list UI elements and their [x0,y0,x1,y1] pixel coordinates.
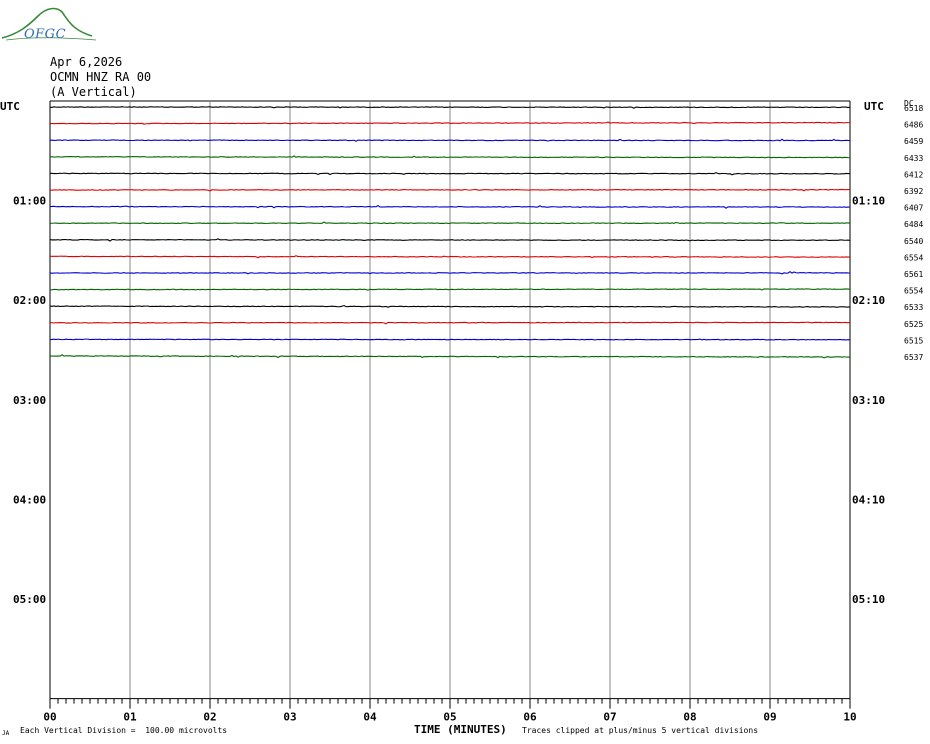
seismic-trace [49,288,851,291]
hour-label-left: 02:00 [13,294,46,307]
x-tick-label: 04 [363,711,377,724]
dc-offset-label: 6459 [904,137,923,146]
hour-label-right: 05:10 [852,593,885,606]
dc-offset-label: 6525 [904,320,923,329]
helicorder-plot: 00 01 02 03 04 05 06 07 08 09 10 01:00 02:00 03:00 04… [0,99,923,724]
x-tick-label: 02 [203,711,216,724]
dc-header: DC [904,99,914,108]
utc-label-right: UTC [864,100,884,113]
hour-label-right: 04:10 [852,493,885,506]
dc-offset-label: 6407 [904,204,923,213]
vertical-division-note: Each Vertical Division = 100.00 microvol… [20,726,228,735]
hour-label-right: 03:10 [852,394,885,407]
x-tick-label: 00 [43,711,56,724]
time-axis: 00 01 02 03 04 05 06 07 08 09 10 [43,698,857,724]
utc-label-left: UTC [0,100,20,113]
clip-note: Traces clipped at plus/minus 5 vertical … [522,726,759,735]
x-tick-label: 07 [603,711,616,724]
x-axis-title: TIME (MINUTES) [414,723,507,736]
dc-offset-label: 6537 [904,353,923,362]
dc-offset-label: 6533 [904,303,923,312]
dc-offset-label: 6392 [904,187,923,196]
hour-label-left: 01:00 [13,195,46,208]
dc-offset-label: 6554 [904,253,923,262]
hour-label-left: 03:00 [13,394,46,407]
corner-mark: JA [2,730,10,737]
dc-offset-label: 6540 [904,237,923,246]
hour-label-left: 05:00 [13,593,46,606]
dc-offset-label: 6515 [904,336,923,345]
x-tick-label: 10 [843,711,856,724]
dc-offset-label: 6561 [904,270,923,279]
hour-label-right: 02:10 [852,294,885,307]
x-tick-label: 06 [523,711,537,724]
hour-labels: 01:00 02:00 03:00 04:00 05:00 01:10 02:10 03:10… [13,104,923,606]
hour-label-right: 01:10 [852,195,885,208]
dc-offset-label: 6433 [904,154,923,163]
seismic-trace [49,338,851,341]
x-tick-label: 08 [683,711,696,724]
x-tick-label: 05 [443,711,456,724]
dc-offset-label: 6484 [904,220,923,229]
helicorder-page: OFGC Apr 6,2026 OCMN HNZ RA 00 (A Vertic… [0,0,930,744]
x-tick-label: 09 [763,711,776,724]
x-tick-label: 01 [123,711,137,724]
dc-offset-label: 6412 [904,170,923,179]
hour-label-left: 04:00 [13,493,46,506]
x-tick-label: 03 [283,711,296,724]
dc-offset-label: 6554 [904,287,923,296]
dc-offset-label: 6486 [904,121,923,130]
